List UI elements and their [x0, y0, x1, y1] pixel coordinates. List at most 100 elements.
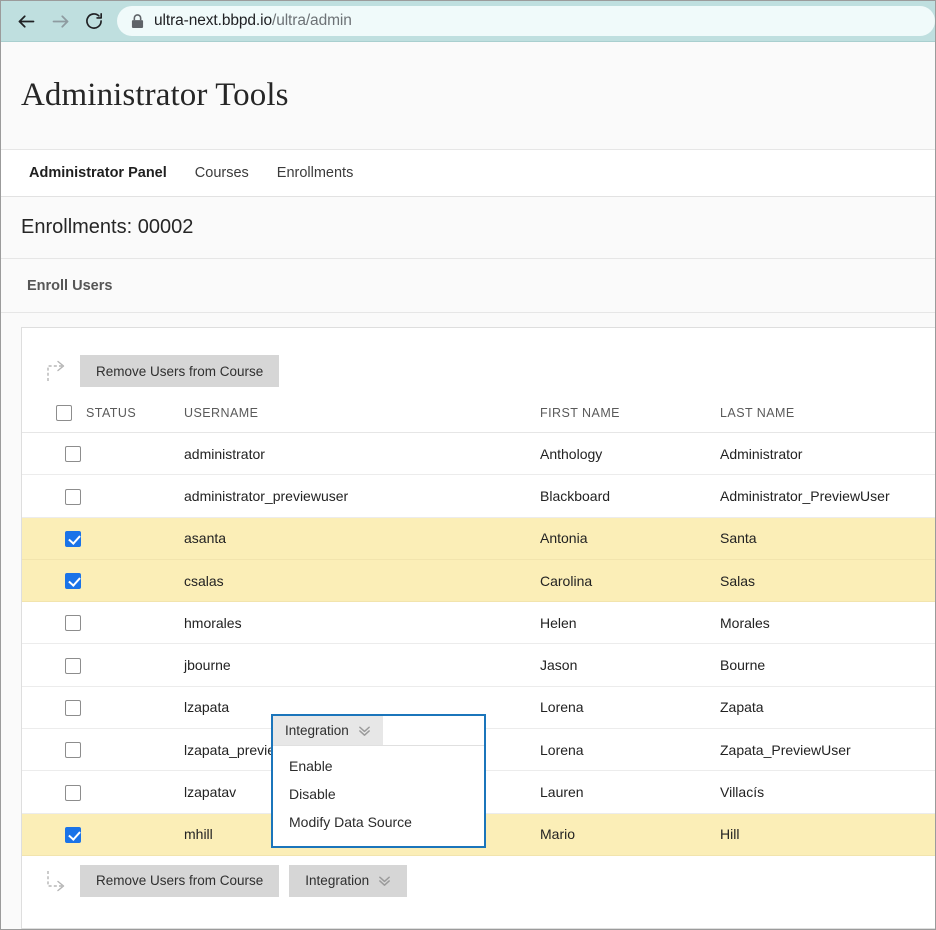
- cell-first-name: Mario: [540, 813, 720, 855]
- tab-administrator-panel[interactable]: Administrator Panel: [15, 150, 181, 196]
- cell-status: [86, 559, 184, 601]
- table-header-row: STATUS USERNAME FIRST NAME LAST NAME: [22, 396, 935, 433]
- integration-button-bottom[interactable]: Integration: [289, 865, 407, 897]
- enrollments-subheader: Enrollments: 00002: [1, 197, 935, 259]
- remove-users-from-course-button-top[interactable]: Remove Users from Course: [80, 355, 279, 387]
- integration-dropdown-button[interactable]: Integration: [273, 716, 383, 745]
- cell-last-name: Salas: [720, 559, 935, 601]
- cell-last-name: Morales: [720, 602, 935, 644]
- page-body: Administrator Tools Administrator Panel …: [1, 42, 935, 929]
- column-header-first-name[interactable]: FIRST NAME: [540, 396, 720, 433]
- cell-first-name: Blackboard: [540, 475, 720, 517]
- tab-courses[interactable]: Courses: [181, 150, 263, 196]
- double-chevron-down-icon: [378, 874, 391, 887]
- main-nav-tabs: Administrator Panel Courses Enrollments: [1, 150, 935, 197]
- cell-first-name: Carolina: [540, 559, 720, 601]
- row-checkbox[interactable]: [65, 700, 81, 716]
- row-checkbox[interactable]: [65, 742, 81, 758]
- double-chevron-down-icon: [358, 724, 371, 737]
- enroll-users-section-header: Enroll Users: [1, 259, 935, 313]
- table-row[interactable]: jbourneJasonBourne: [22, 644, 935, 686]
- row-checkbox-cell: [22, 602, 86, 644]
- table-row[interactable]: asantaAntoniaSanta: [22, 517, 935, 559]
- browser-toolbar: ultra-next.bbpd.io/ultra/admin: [1, 1, 935, 42]
- cell-first-name: Antonia: [540, 517, 720, 559]
- branch-arrow-up-right-icon: [44, 358, 70, 384]
- cell-status: [86, 517, 184, 559]
- row-checkbox-cell: [22, 559, 86, 601]
- row-checkbox[interactable]: [65, 489, 81, 505]
- cell-last-name: Administrator_PreviewUser: [720, 475, 935, 517]
- cell-status: [86, 686, 184, 728]
- cell-last-name: Zapata_PreviewUser: [720, 729, 935, 771]
- forward-arrow-icon: [50, 11, 71, 32]
- cell-status: [86, 771, 184, 813]
- table-row[interactable]: hmoralesHelenMorales: [22, 602, 935, 644]
- row-checkbox[interactable]: [65, 573, 81, 589]
- enrollments-count-title: Enrollments: 00002: [21, 216, 193, 239]
- table-row[interactable]: csalasCarolinaSalas: [22, 559, 935, 601]
- cell-status: [86, 475, 184, 517]
- cell-last-name: Zapata: [720, 686, 935, 728]
- row-checkbox-cell: [22, 644, 86, 686]
- row-checkbox[interactable]: [65, 658, 81, 674]
- cell-status: [86, 433, 184, 475]
- row-checkbox[interactable]: [65, 827, 81, 843]
- browser-window: ultra-next.bbpd.io/ultra/admin Administr…: [0, 0, 936, 930]
- column-header-status[interactable]: STATUS: [86, 396, 184, 433]
- dropdown-header: Integration: [273, 716, 484, 746]
- menu-item-enable[interactable]: Enable: [273, 752, 484, 780]
- row-checkbox-cell: [22, 475, 86, 517]
- column-header-username[interactable]: USERNAME: [184, 396, 540, 433]
- cell-username: administrator: [184, 433, 540, 475]
- branch-arrow-down-right-icon: [44, 868, 70, 894]
- url-text: ultra-next.bbpd.io/ultra/admin: [154, 12, 352, 30]
- users-table-header: STATUS USERNAME FIRST NAME LAST NAME: [22, 396, 935, 433]
- select-all-checkbox[interactable]: [56, 405, 72, 421]
- row-checkbox[interactable]: [65, 785, 81, 801]
- menu-item-modify-data-source[interactable]: Modify Data Source: [273, 808, 484, 836]
- reload-button[interactable]: [77, 4, 111, 38]
- content-area: Remove Users from Course Integration: [1, 313, 935, 929]
- table-row[interactable]: administratorAnthologyAdministrator: [22, 433, 935, 475]
- row-checkbox-cell: [22, 813, 86, 855]
- row-checkbox-cell: [22, 517, 86, 559]
- cell-first-name: Helen: [540, 602, 720, 644]
- cell-first-name: Lauren: [540, 771, 720, 813]
- users-panel: Remove Users from Course Integration: [21, 327, 935, 929]
- tab-enrollments[interactable]: Enrollments: [263, 150, 368, 196]
- cell-first-name: Jason: [540, 644, 720, 686]
- back-arrow-icon: [16, 11, 37, 32]
- forward-button[interactable]: [43, 4, 77, 38]
- url-path: /ultra/admin: [272, 12, 352, 29]
- dropdown-item-list: Enable Disable Modify Data Source: [273, 746, 484, 846]
- integration-button-bottom-label: Integration: [305, 873, 369, 888]
- cell-last-name: Bourne: [720, 644, 935, 686]
- cell-last-name: Villacís: [720, 771, 935, 813]
- cell-username: jbourne: [184, 644, 540, 686]
- app-header: Administrator Tools: [1, 42, 935, 150]
- cell-first-name: Lorena: [540, 686, 720, 728]
- page-title: Administrator Tools: [21, 77, 289, 114]
- table-row[interactable]: administrator_previewuserBlackboardAdmin…: [22, 475, 935, 517]
- cell-status: [86, 644, 184, 686]
- address-bar[interactable]: ultra-next.bbpd.io/ultra/admin: [117, 6, 935, 36]
- cell-last-name: Santa: [720, 517, 935, 559]
- bottom-toolbar: Remove Users from Course Integration: [22, 856, 935, 906]
- row-checkbox-cell: [22, 729, 86, 771]
- cell-last-name: Administrator: [720, 433, 935, 475]
- remove-users-from-course-button-bottom[interactable]: Remove Users from Course: [80, 865, 279, 897]
- lock-icon: [131, 14, 144, 29]
- url-domain: ultra-next.bbpd.io: [154, 12, 272, 29]
- row-checkbox[interactable]: [65, 446, 81, 462]
- row-checkbox[interactable]: [65, 531, 81, 547]
- row-checkbox-cell: [22, 686, 86, 728]
- back-button[interactable]: [9, 4, 43, 38]
- cell-last-name: Hill: [720, 813, 935, 855]
- menu-item-disable[interactable]: Disable: [273, 780, 484, 808]
- column-header-last-name[interactable]: LAST NAME: [720, 396, 935, 433]
- row-checkbox[interactable]: [65, 615, 81, 631]
- top-toolbar: Remove Users from Course: [22, 346, 935, 396]
- integration-dropdown-slot: [289, 355, 504, 387]
- cell-status: [86, 813, 184, 855]
